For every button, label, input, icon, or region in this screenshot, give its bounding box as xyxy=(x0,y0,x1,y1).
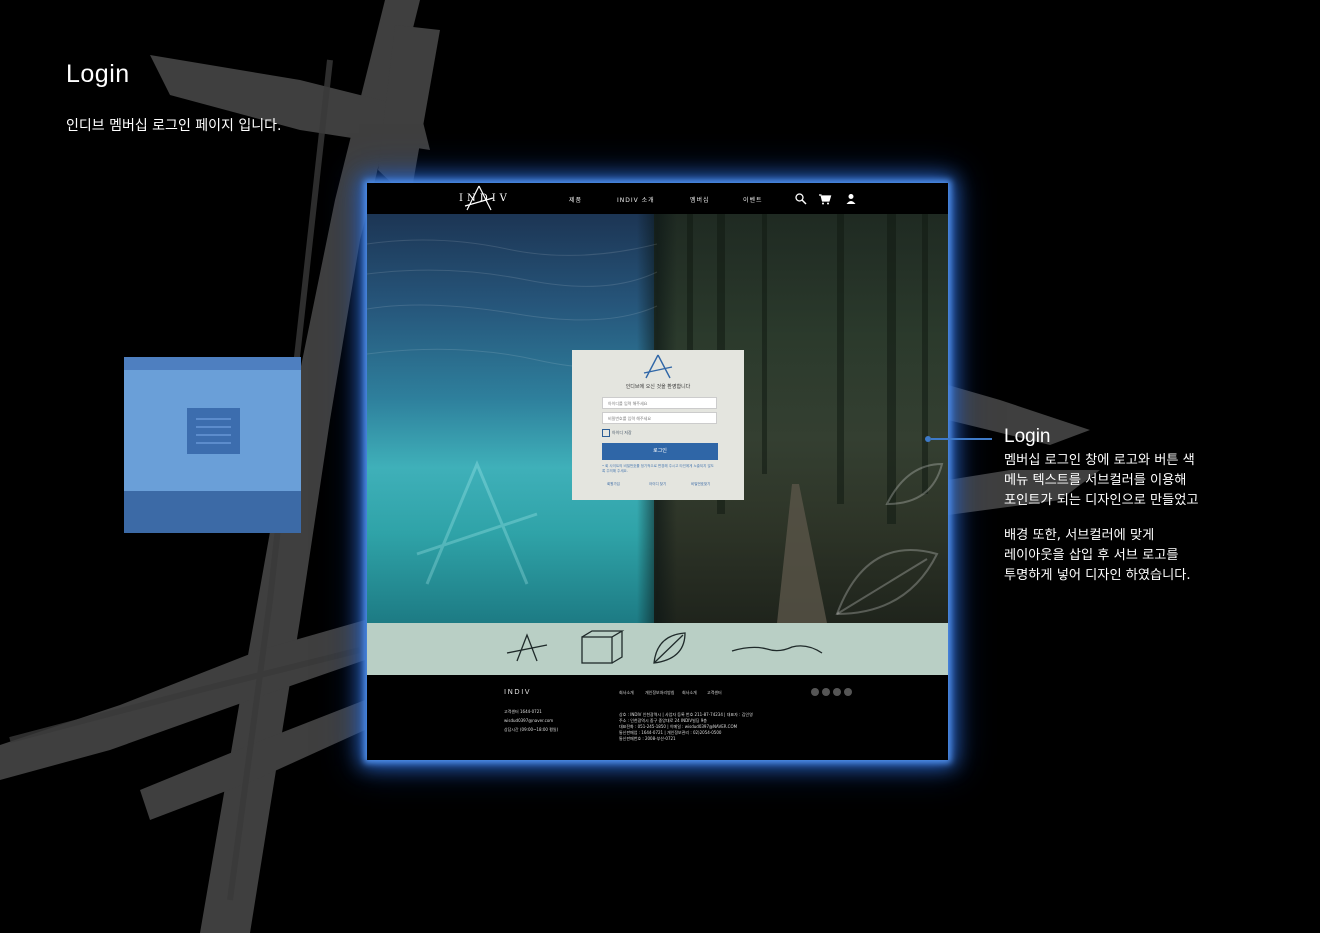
nav-item-membership[interactable]: 멤버십 xyxy=(690,195,710,204)
find-password-link[interactable]: 비밀번호찾기 xyxy=(691,482,710,487)
footer-company-line: 통신판매번호 : 2008-부산-0721 xyxy=(619,736,676,741)
footer-link-company[interactable]: 회사소개 xyxy=(619,690,634,696)
footer-contact-phone: 고객센터 1644-0721 xyxy=(504,709,542,714)
brand-logos xyxy=(506,630,823,664)
user-icon[interactable] xyxy=(844,192,858,206)
nav-bar: INDIV 제품 INDIV 소개 멤버십 이벤트 xyxy=(367,183,948,214)
annotation-text: 포인트가 되는 디자인으로 만들었고 xyxy=(1004,493,1199,508)
hero-background: 인디브에 오신 것을 환영합니다 아이디를 입력 해주세요 비밀번호를 입력 해… xyxy=(367,214,948,623)
annotation-text: 메뉴 텍스트를 서브컬러를 이용해 xyxy=(1004,473,1187,488)
remember-id-label: 아이디 저장 xyxy=(612,430,632,435)
login-card: 인디브에 오신 것을 환영합니다 아이디를 입력 해주세요 비밀번호를 입력 해… xyxy=(572,350,744,500)
footer-link-about[interactable]: 회사소개 xyxy=(682,690,697,696)
find-id-link[interactable]: 아이디 찾기 xyxy=(649,482,666,487)
nav-item-about[interactable]: INDIV 소개 xyxy=(617,195,655,204)
nav-logo[interactable]: INDIV xyxy=(459,193,511,204)
login-logo-icon xyxy=(643,354,673,379)
annotation-text: 배경 또한, 서브컬러에 맞게 xyxy=(1004,528,1155,543)
wireframe-footer xyxy=(124,491,301,533)
layout-wireframe xyxy=(124,357,301,533)
id-input[interactable]: 아이디를 입력 해주세요 xyxy=(602,397,717,409)
footer-link-support[interactable]: 고객센터 xyxy=(707,690,722,696)
page-title: Login xyxy=(66,60,130,88)
annotation-title: Login xyxy=(1004,426,1051,447)
cart-icon[interactable] xyxy=(818,192,832,206)
login-welcome: 인디브에 오신 것을 환영합니다 xyxy=(625,384,691,390)
login-page-mockup: INDIV 제품 INDIV 소개 멤버십 이벤트 인디브에 오신 것을 환영합… xyxy=(367,183,948,760)
social-icon[interactable] xyxy=(844,688,852,696)
footer-contact-hours: 상담시간 (09:00~18:00 평일) xyxy=(504,727,559,732)
annotation-text: 투명하게 넣어 디자인 하였습니다. xyxy=(1004,568,1191,583)
remember-id-checkbox[interactable]: 아이디 저장 xyxy=(602,429,632,437)
social-icon[interactable] xyxy=(822,688,830,696)
password-input[interactable]: 비밀번호를 입력 해주세요 xyxy=(602,412,717,424)
footer: INDIV 회사소개 개인정보처리방침 회사소개 고객센터 고객센터 1644-… xyxy=(367,675,948,760)
wireframe-header xyxy=(124,357,301,370)
signup-link[interactable]: 회원가입 xyxy=(607,482,620,487)
footer-contact-email[interactable]: wisdud0397@naver.com xyxy=(504,718,553,723)
annotation-text: 멤버십 로그인 창에 로고와 버튼 색 xyxy=(1004,453,1195,468)
footer-link-privacy[interactable]: 개인정보처리방침 xyxy=(645,690,674,696)
checkbox-icon[interactable] xyxy=(602,429,610,437)
nav-item-products[interactable]: 제품 xyxy=(569,195,582,204)
footer-logo[interactable]: INDIV xyxy=(504,688,531,696)
social-icon[interactable] xyxy=(833,688,841,696)
social-icon[interactable] xyxy=(811,688,819,696)
brand-logo-strip xyxy=(367,623,948,675)
page-description: 인디브 멤버십 로그인 페이지 입니다. xyxy=(66,118,282,134)
login-button[interactable]: 로그인 xyxy=(602,443,718,460)
wireframe-login-box xyxy=(187,408,240,454)
search-icon[interactable] xyxy=(794,192,808,206)
nav-item-event[interactable]: 이벤트 xyxy=(743,195,763,204)
login-notice: • 회 사이트의 비밀번호를 정기적으로 변경해 주시고 타인에게 노출되지 않… xyxy=(602,464,714,473)
annotation-connector xyxy=(931,438,992,440)
annotation-text: 레이아웃을 삽입 후 서브 로고를 xyxy=(1004,548,1179,563)
